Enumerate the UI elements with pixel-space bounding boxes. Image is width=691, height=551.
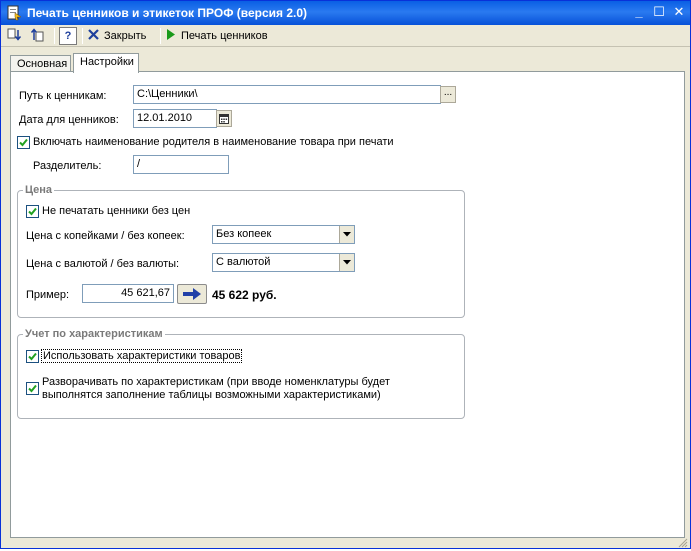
- example-result: 45 622 руб.: [212, 288, 277, 302]
- kopecks-label: Цена с копейками / без копеек:: [26, 230, 185, 242]
- no-print-checkbox[interactable]: [26, 205, 39, 218]
- close-button[interactable]: Закрыть: [88, 27, 156, 45]
- browse-button[interactable]: ...: [440, 86, 456, 103]
- print-labels-button[interactable]: Печать ценников: [167, 27, 277, 45]
- include-parent-checkbox[interactable]: [17, 136, 30, 149]
- expand-characteristics-checkbox[interactable]: [26, 382, 39, 395]
- settings-panel: Путь к ценникам: C:\Ценники\ ... Дата дл…: [10, 71, 685, 538]
- kopecks-select[interactable]: Без копеек: [212, 225, 355, 244]
- date-input[interactable]: 12.01.2010: [133, 109, 217, 128]
- no-print-label[interactable]: Не печатать ценники без цен: [42, 205, 190, 217]
- toolbar-separator: [54, 28, 55, 44]
- dropdown-arrow-icon[interactable]: [339, 254, 354, 271]
- characteristics-group-legend: Учет по характеристикам: [23, 328, 165, 340]
- use-characteristics-label[interactable]: Использовать характеристики товаров: [41, 349, 243, 363]
- main-window: Печать ценников и этикеток ПРОФ (версия …: [0, 0, 691, 549]
- move-up-icon: [30, 27, 46, 46]
- calendar-button[interactable]: [216, 110, 232, 127]
- window-title: Печать ценников и этикеток ПРОФ (версия …: [27, 6, 308, 20]
- tab-main[interactable]: Основная: [10, 55, 71, 72]
- currency-label: Цена с валютой / без валюты:: [26, 258, 180, 270]
- expand-characteristics-label-line2[interactable]: выполнятся заполнение таблицы возможными…: [42, 389, 381, 401]
- example-input[interactable]: 45 621,67: [82, 284, 174, 303]
- close-icon: [88, 29, 99, 43]
- move-down-button[interactable]: [6, 27, 26, 45]
- minimize-button[interactable]: _: [631, 5, 647, 20]
- toolbar: ? Закрыть Печать ценников: [1, 25, 690, 47]
- help-icon: ?: [64, 30, 72, 42]
- include-parent-label[interactable]: Включать наименование родителя в наимено…: [33, 136, 394, 148]
- help-button[interactable]: ?: [59, 27, 77, 45]
- move-up-button[interactable]: [30, 27, 50, 45]
- currency-value: С валютой: [216, 256, 271, 268]
- dropdown-arrow-icon[interactable]: [339, 226, 354, 243]
- expand-characteristics-label-line1[interactable]: Разворачивать по характеристикам (при вв…: [42, 376, 390, 388]
- convert-button[interactable]: [177, 284, 207, 304]
- use-characteristics-checkbox[interactable]: [26, 350, 39, 363]
- maximize-button[interactable]: ☐: [651, 5, 667, 20]
- example-label: Пример:: [26, 289, 70, 301]
- path-label: Путь к ценникам:: [19, 90, 107, 102]
- close-window-button[interactable]: ✕: [671, 5, 687, 20]
- print-labels-label: Печать ценников: [181, 30, 268, 42]
- toolbar-separator: [82, 28, 83, 44]
- move-down-icon: [6, 27, 22, 46]
- separator-input[interactable]: /: [133, 155, 229, 174]
- title-bar[interactable]: Печать ценников и этикеток ПРОФ (версия …: [1, 1, 690, 25]
- price-group-legend: Цена: [23, 184, 55, 196]
- path-input[interactable]: C:\Ценники\: [133, 85, 441, 104]
- close-button-label: Закрыть: [104, 30, 147, 42]
- currency-select[interactable]: С валютой: [212, 253, 355, 272]
- tab-settings[interactable]: Настройки: [73, 53, 139, 73]
- separator-label: Разделитель:: [33, 160, 102, 172]
- calendar-icon: [219, 114, 229, 127]
- date-label: Дата для ценников:: [19, 114, 119, 126]
- app-icon: [6, 5, 22, 21]
- kopecks-value: Без копеек: [216, 228, 272, 240]
- play-icon: [167, 29, 175, 43]
- toolbar-separator: [160, 28, 161, 44]
